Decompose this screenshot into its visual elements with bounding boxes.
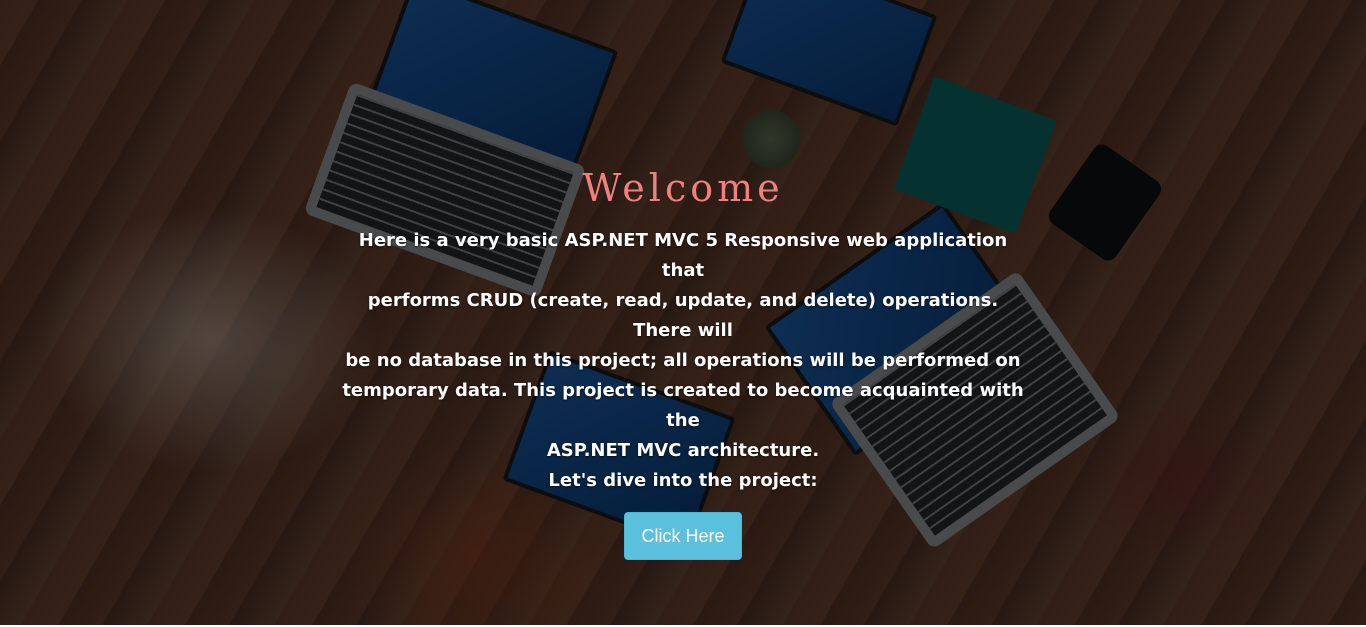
hero-content: Welcome Here is a very basic ASP.NET MVC… bbox=[333, 160, 1033, 560]
description-line: performs CRUD (create, read, update, and… bbox=[367, 290, 999, 341]
hero-description: Here is a very basic ASP.NET MVC 5 Respo… bbox=[338, 226, 1028, 496]
description-line: ASP.NET MVC architecture. bbox=[546, 440, 820, 461]
page-title: Welcome bbox=[582, 166, 784, 210]
description-line: Here is a very basic ASP.NET MVC 5 Respo… bbox=[358, 230, 1008, 281]
intro-line: Let's dive into the project: bbox=[548, 470, 818, 491]
description-line: temporary data. This project is created … bbox=[342, 380, 1024, 431]
hero-section: Welcome Here is a very basic ASP.NET MVC… bbox=[0, 0, 1366, 625]
description-line: be no database in this project; all oper… bbox=[345, 350, 1021, 371]
click-here-button[interactable]: Click Here bbox=[624, 512, 742, 560]
